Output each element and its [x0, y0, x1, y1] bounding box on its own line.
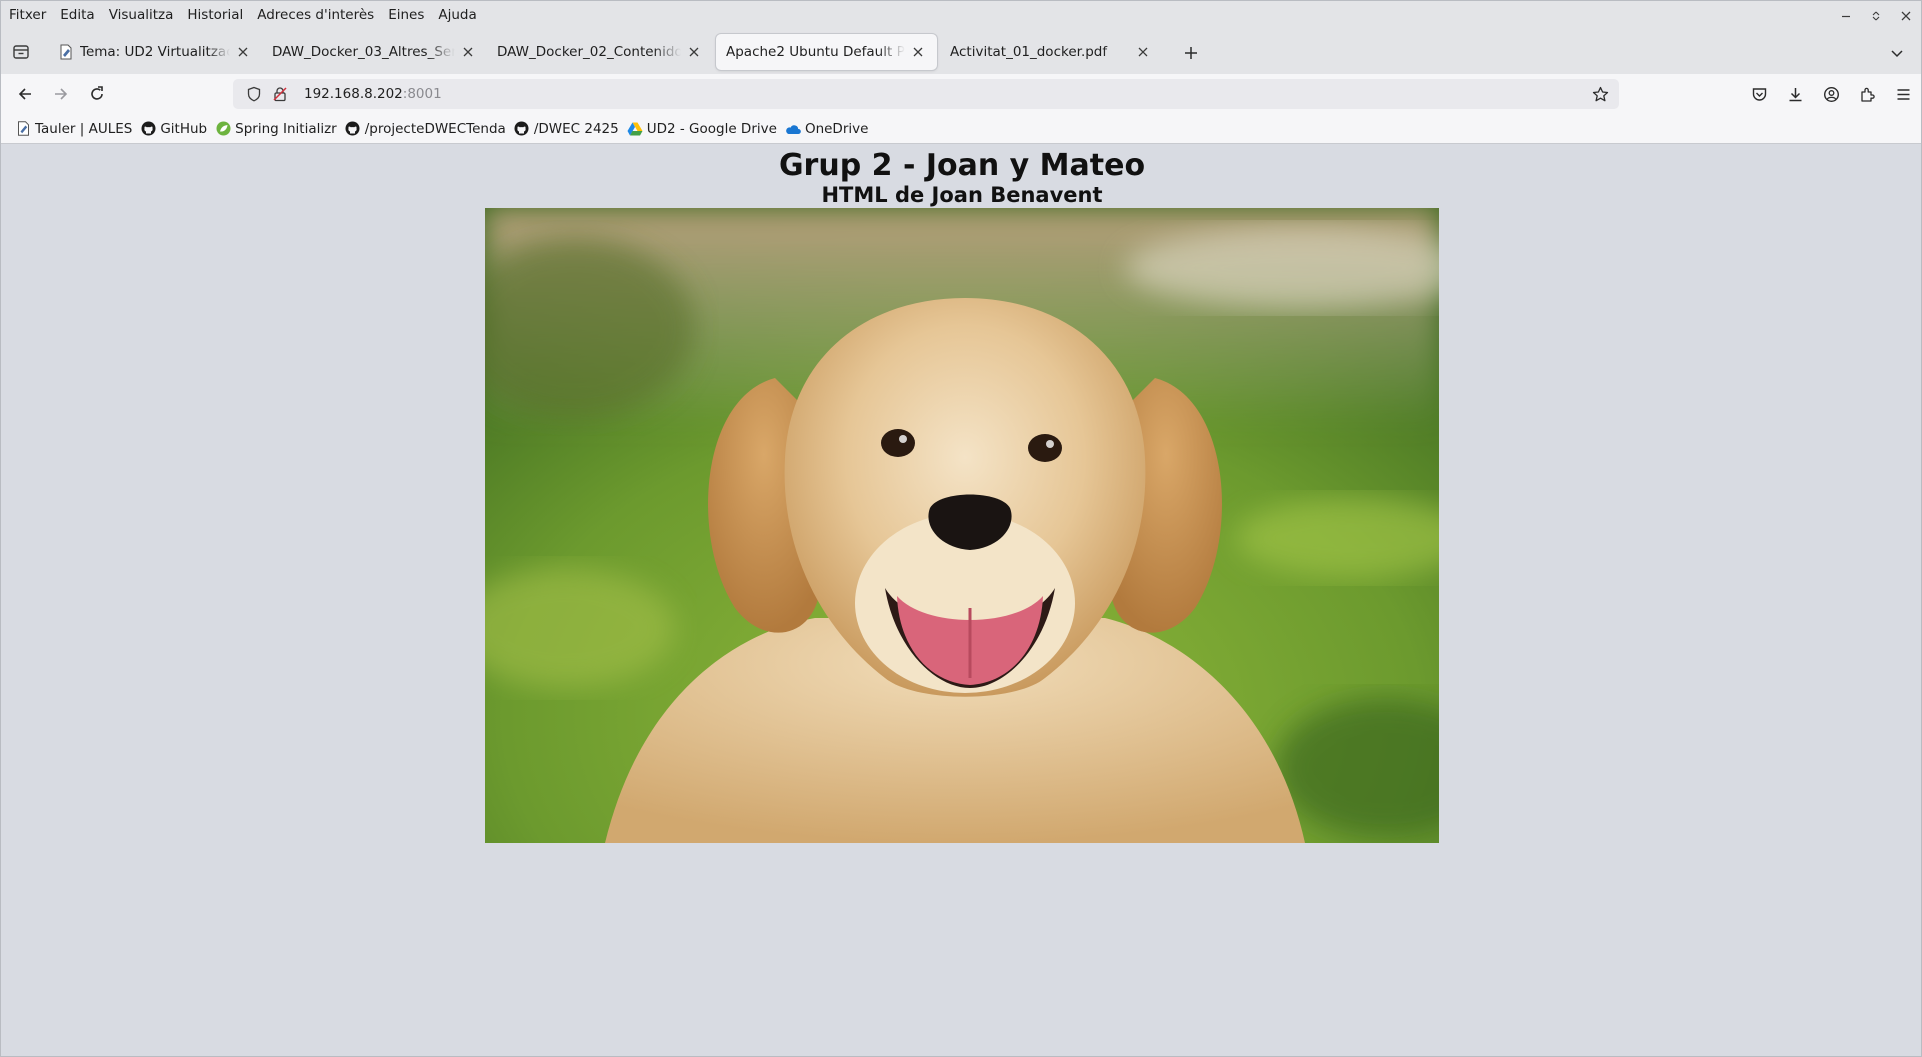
arrow-left-icon: [18, 88, 31, 100]
tab-strip: Tema: UD2 Virtualització | Desplegament …: [1, 30, 1921, 74]
tabs: Tema: UD2 Virtualització | Desplegament …: [48, 34, 1162, 70]
tab-docker-03[interactable]: DAW_Docker_03_Altres_Servidors: [262, 34, 487, 70]
menu-bar: Fitxer Edita Visualitza Historial Adrece…: [1, 1, 1921, 30]
close-icon: [1901, 11, 1911, 20]
insecure-lock-icon[interactable]: [268, 82, 292, 106]
document-icon: [15, 121, 31, 137]
dog-illustration: [485, 208, 1439, 843]
account-button[interactable]: [1813, 80, 1849, 108]
maximize-icon: [1872, 11, 1880, 20]
close-icon: [913, 47, 923, 57]
browser-window: Fitxer Edita Visualitza Historial Adrece…: [0, 0, 1922, 1057]
firefox-view-button[interactable]: [10, 41, 32, 63]
minimize-icon: [1842, 15, 1850, 17]
reload-button[interactable]: [83, 80, 111, 108]
menu-bookmarks[interactable]: Adreces d'interès: [250, 1, 381, 30]
bookmarks-toolbar: Tauler | AULES GitHub Spring Initializr …: [1, 114, 1921, 144]
page-content: Grup 2 - Joan y Mateo HTML de Joan Benav…: [2, 144, 1921, 1056]
extensions-button[interactable]: [1849, 80, 1885, 108]
app-menu-button[interactable]: [1885, 80, 1921, 108]
tab-close-button[interactable]: [1134, 43, 1152, 61]
url-host: 192.168.8.202: [304, 86, 403, 102]
url-port: :8001: [402, 86, 442, 102]
tab-title: Activitat_01_docker.pdf: [950, 44, 1108, 60]
maximize-button[interactable]: [1861, 1, 1891, 30]
new-tab-button[interactable]: [1179, 41, 1203, 65]
onedrive-icon: [785, 121, 801, 137]
chevron-down-icon: [1891, 50, 1903, 58]
downloads-button[interactable]: [1777, 80, 1813, 108]
list-all-tabs-button[interactable]: [1885, 41, 1909, 65]
close-icon: [463, 47, 473, 57]
bookmark-label: OneDrive: [804, 120, 869, 137]
spring-icon: [215, 121, 231, 137]
close-icon: [1138, 47, 1148, 57]
bookmark-github[interactable]: GitHub: [138, 117, 213, 141]
bookmark-label: UD2 - Google Drive: [646, 120, 777, 137]
close-icon: [689, 47, 699, 57]
menu-items: Fitxer Edita Visualitza Historial Adrece…: [1, 1, 484, 30]
tracking-protection-icon[interactable]: [242, 82, 266, 106]
bookmark-spring-initializr[interactable]: Spring Initializr: [213, 117, 343, 141]
bookmark-ud2-google-drive[interactable]: UD2 - Google Drive: [625, 117, 783, 141]
tab-ud2-virtualitzacio[interactable]: Tema: UD2 Virtualització | Desplegament: [48, 34, 262, 70]
navigation-toolbar: 192.168.8.202:8001: [1, 74, 1921, 114]
menu-help[interactable]: Ajuda: [431, 1, 483, 30]
bookmark-projectedwectenda[interactable]: /projecteDWECTenda: [343, 117, 512, 141]
pocket-icon: [1752, 87, 1766, 101]
close-icon: [238, 47, 248, 57]
reload-icon: [91, 86, 103, 100]
hamburger-menu-icon: [1897, 88, 1909, 100]
bookmark-label: /DWEC 2425: [533, 120, 619, 137]
bookmark-label: /projecteDWECTenda: [364, 120, 506, 137]
minimize-button[interactable]: [1831, 1, 1861, 30]
plus-icon: [1185, 47, 1197, 59]
tab-docker-02[interactable]: DAW_Docker_02_Contenidor_Apache: [487, 34, 713, 70]
tab-close-button[interactable]: [234, 43, 252, 61]
github-icon: [140, 121, 156, 137]
account-icon: [1823, 86, 1839, 102]
tab-activitat-pdf[interactable]: Activitat_01_docker.pdf: [940, 34, 1162, 70]
bookmark-label: Spring Initializr: [235, 120, 337, 137]
github-icon: [345, 121, 361, 137]
star-icon: [1592, 86, 1608, 101]
bookmark-tauler-aules[interactable]: Tauler | AULES: [13, 117, 138, 141]
pocket-button[interactable]: [1741, 80, 1777, 108]
tab-close-button[interactable]: [685, 43, 703, 61]
tab-apache-default-page[interactable]: Apache2 Ubuntu Default Page: It works: [716, 34, 937, 70]
toolbar-right: [1741, 80, 1921, 108]
puzzle-icon: [1860, 87, 1875, 102]
tab-close-button[interactable]: [459, 43, 477, 61]
tab-title: Apache2 Ubuntu Default Page: It works: [726, 44, 905, 60]
tab-title: Tema: UD2 Virtualització | Desplegament: [80, 44, 230, 60]
menu-tools[interactable]: Eines: [381, 1, 431, 30]
dog-photo: [485, 208, 1439, 843]
close-window-button[interactable]: [1891, 1, 1921, 30]
menu-view[interactable]: Visualitza: [102, 1, 181, 30]
tab-title: DAW_Docker_02_Contenidor_Apache: [497, 44, 681, 60]
forward-button[interactable]: [47, 80, 75, 108]
menu-file[interactable]: Fitxer: [9, 1, 53, 30]
url-bar[interactable]: 192.168.8.202:8001: [233, 79, 1619, 109]
tab-title: DAW_Docker_03_Altres_Servidors: [272, 44, 455, 60]
bookmark-dwec-2425[interactable]: /DWEC 2425: [512, 117, 625, 141]
bookmark-label: Tauler | AULES: [35, 120, 133, 137]
bookmark-label: GitHub: [160, 120, 208, 137]
menu-history[interactable]: Historial: [180, 1, 250, 30]
firefox-view-icon: [13, 45, 29, 59]
arrow-right-icon: [55, 88, 68, 100]
google-drive-icon: [627, 121, 643, 137]
page-title: Grup 2 - Joan y Mateo: [778, 148, 1146, 183]
url-text[interactable]: 192.168.8.202:8001: [304, 86, 442, 102]
back-button[interactable]: [11, 80, 39, 108]
window-controls: [1831, 1, 1921, 30]
bookmark-onedrive[interactable]: OneDrive: [783, 117, 874, 141]
menu-edit[interactable]: Edita: [53, 1, 101, 30]
github-icon: [514, 121, 530, 137]
document-icon: [58, 44, 74, 60]
page-subtitle: HTML de Joan Benavent: [821, 183, 1103, 207]
tab-close-button[interactable]: [909, 43, 927, 61]
bookmark-star-button[interactable]: [1588, 82, 1612, 106]
download-icon: [1789, 87, 1801, 101]
